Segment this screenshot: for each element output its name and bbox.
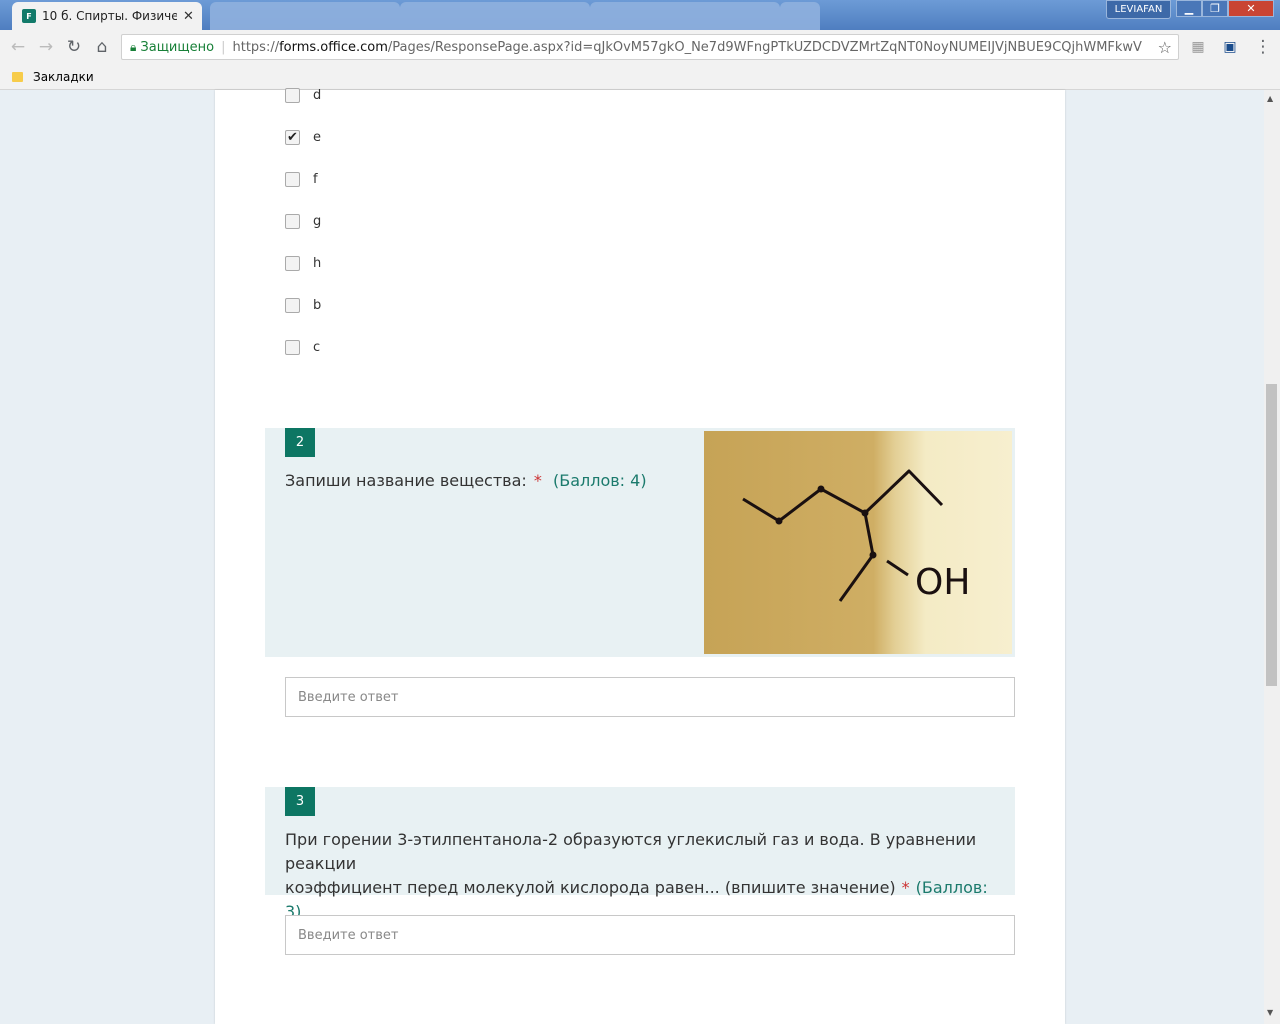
forward-icon[interactable]: →: [35, 36, 57, 58]
home-icon[interactable]: ⌂: [91, 36, 113, 58]
extensions-icon[interactable]: ▦: [1187, 36, 1209, 58]
new-tab-button[interactable]: [780, 2, 820, 30]
forms-icon: F: [22, 9, 36, 23]
profile-badge[interactable]: LEVIAFAN: [1106, 0, 1171, 19]
menu-icon[interactable]: ⋮: [1252, 36, 1274, 58]
question-number: 2: [285, 428, 315, 457]
scroll-thumb[interactable]: [1266, 384, 1277, 686]
answer-input-q2[interactable]: [285, 677, 1015, 717]
bookmarks-folder[interactable]: Закладки: [33, 70, 94, 84]
option-b[interactable]: b: [285, 298, 321, 313]
form-page: d ✔ e f g h b c 2 Запиши название вещест…: [215, 88, 1065, 1024]
secure-label: Защищено: [140, 39, 215, 55]
tab-inactive-3[interactable]: [590, 2, 780, 30]
option-label: c: [313, 340, 321, 355]
option-h[interactable]: h: [285, 256, 321, 271]
checkbox[interactable]: [285, 340, 300, 355]
points-label: (Баллов: 4): [552, 471, 647, 490]
checkbox[interactable]: [285, 298, 300, 313]
checkbox[interactable]: [285, 88, 300, 103]
question-text: Запиши название вещества: * (Баллов: 4): [285, 469, 647, 493]
option-label: e: [313, 130, 321, 145]
option-f[interactable]: f: [285, 172, 318, 187]
checkbox[interactable]: [285, 214, 300, 229]
url-path: /Pages/ResponsePage.aspx?id=qJkOvM57gkO_…: [387, 39, 1143, 55]
tab-inactive-1[interactable]: [210, 2, 400, 30]
url-scheme: https://: [232, 39, 280, 55]
tab-active[interactable]: F 10 б. Спирты. Физическ ✕: [12, 2, 202, 30]
option-label: d: [313, 88, 322, 103]
option-label: g: [313, 214, 322, 229]
option-c[interactable]: c: [285, 340, 320, 355]
bookmark-star-icon[interactable]: ☆: [1158, 38, 1172, 57]
scroll-down-icon[interactable]: ▼: [1267, 1008, 1273, 1017]
option-d[interactable]: d: [285, 88, 321, 103]
bookmarks-bar: Закладки: [0, 64, 1280, 90]
lock-icon: 🔒︎: [130, 39, 137, 54]
address-bar[interactable]: 🔒︎ Защищено | https://forms.office.com/P…: [121, 34, 1179, 60]
folder-icon: [12, 71, 23, 82]
option-label: b: [313, 298, 322, 313]
question-number: 3: [285, 787, 315, 816]
maximize-button[interactable]: ❐: [1202, 0, 1228, 17]
url-host: forms.office.com: [279, 39, 388, 55]
option-label: h: [313, 256, 322, 271]
browser-titlebar: F 10 б. Спирты. Физическ ✕ LEVIAFAN ▁ ❐ …: [0, 0, 1280, 30]
question-line-2: коэффициент перед молекулой кислорода ра…: [285, 878, 896, 897]
checkmark-icon: ✔: [287, 130, 298, 145]
address-separator: |: [221, 39, 226, 55]
question-2-card: 2 Запиши название вещества: * (Баллов: 4…: [265, 428, 1015, 657]
minimize-button[interactable]: ▁: [1176, 0, 1202, 17]
tab-title: 10 б. Спирты. Физическ: [42, 9, 177, 23]
oh-label: OH: [915, 562, 970, 603]
option-e[interactable]: ✔ e: [285, 130, 321, 145]
option-g[interactable]: g: [285, 214, 321, 229]
required-mark: *: [533, 471, 542, 490]
browser-toolbar: ← → ↻ ⌂ 🔒︎ Защищено | https://forms.offi…: [0, 30, 1280, 64]
required-mark: *: [901, 878, 910, 897]
page-scrollbar[interactable]: ▲ ▼: [1264, 90, 1280, 1024]
question-label: Запиши название вещества:: [285, 471, 527, 490]
scroll-up-icon[interactable]: ▲: [1267, 94, 1273, 103]
close-window-button[interactable]: ✕: [1228, 0, 1274, 17]
structure-image: OH: [704, 431, 1012, 654]
reload-icon[interactable]: ↻: [63, 36, 85, 58]
tab-close-icon[interactable]: ✕: [183, 9, 194, 24]
checkbox[interactable]: [285, 172, 300, 187]
option-label: f: [313, 172, 318, 187]
question-3-card: 3 При горении 3-этилпентанола-2 образуют…: [265, 787, 1015, 921]
question-line-1: При горении 3-этилпентанола-2 образуются…: [285, 830, 977, 873]
answer-input-q3[interactable]: [285, 915, 1015, 955]
back-icon[interactable]: ←: [7, 36, 29, 58]
question-text: При горении 3-этилпентанола-2 образуются…: [285, 828, 1005, 924]
checkbox[interactable]: [285, 256, 300, 271]
url-text: https://forms.office.com/Pages/ResponseP…: [232, 40, 1142, 55]
cast-icon[interactable]: ▣: [1219, 36, 1241, 58]
tab-inactive-2[interactable]: [400, 2, 590, 30]
checkbox-checked[interactable]: ✔: [285, 130, 300, 145]
